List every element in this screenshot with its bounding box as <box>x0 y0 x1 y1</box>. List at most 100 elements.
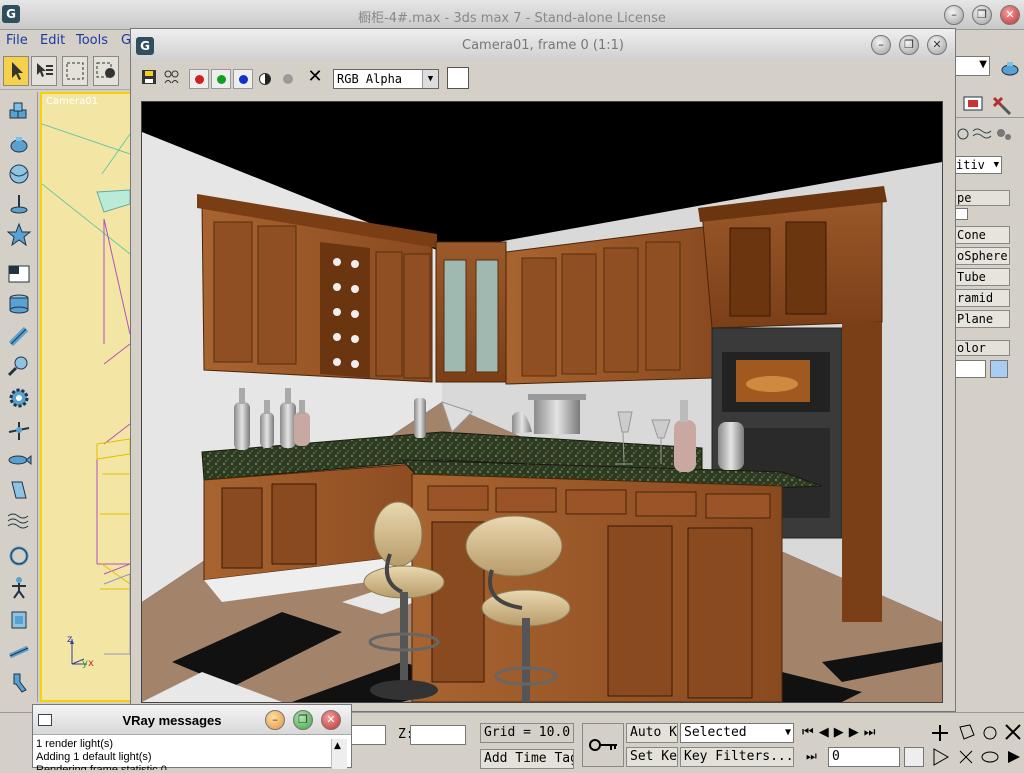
utilities-tab-icon[interactable] <box>990 94 1012 116</box>
axis-x-label: x <box>88 658 94 669</box>
grid-readout: Grid = 10.0 <box>480 723 574 743</box>
vray-minimize-button[interactable]: – <box>265 710 285 730</box>
bone-icon[interactable] <box>6 324 32 348</box>
go-to-end-icon[interactable]: ⏭ <box>864 725 881 740</box>
wave-icon[interactable] <box>6 508 32 532</box>
key-filters-button[interactable]: Key Filters... <box>680 747 794 767</box>
dolly-icon <box>959 750 973 764</box>
cylinder-stack-icon[interactable] <box>6 292 32 316</box>
key-selection-dropdown[interactable]: Selected ▼ <box>680 723 794 743</box>
clear-icon[interactable]: ✕ <box>305 67 325 87</box>
blue-channel-icon[interactable] <box>233 69 253 89</box>
app-minimize-button[interactable]: – <box>944 5 964 25</box>
star-icon[interactable] <box>6 222 32 247</box>
magnifier-icon[interactable] <box>6 354 32 378</box>
chevron-down-icon: ▼ <box>784 727 791 738</box>
camera-viewport[interactable]: Camera01 z x y <box>40 92 132 702</box>
name-color-rollout[interactable]: olor <box>954 340 1010 356</box>
tag-icon[interactable] <box>6 608 32 632</box>
plane-button[interactable]: Plane <box>954 310 1010 328</box>
boxes-icon[interactable] <box>6 100 32 124</box>
color-swatch[interactable] <box>447 67 469 89</box>
geometry-icon[interactable] <box>956 126 970 142</box>
rect-selection-icon[interactable] <box>62 56 88 86</box>
pyramid-button[interactable]: ramid <box>954 289 1010 307</box>
teapot-icon[interactable] <box>998 60 1022 78</box>
vray-scrollbar[interactable]: ▲ <box>331 739 347 769</box>
command-panel: ▼ itiv ▼ pe Cone oSphere Tube ramid Plan… <box>954 52 1024 702</box>
sphere-icon[interactable] <box>6 162 32 186</box>
play-icon[interactable]: ▶ <box>834 725 849 740</box>
cmd-category-value: itiv <box>956 158 985 172</box>
coord-y-field[interactable] <box>350 725 386 745</box>
cmd-category-select[interactable]: itiv ▼ <box>954 156 1002 174</box>
add-time-tag-button[interactable]: Add Time Tag <box>480 749 574 769</box>
set-key-button[interactable]: Set Key <box>626 747 678 767</box>
menu-edit[interactable]: Edit <box>40 33 65 48</box>
cube-panel-icon[interactable] <box>6 262 32 286</box>
cone-button[interactable]: Cone <box>954 226 1010 244</box>
orbit-icon <box>983 726 997 740</box>
cmd-dropdown[interactable]: ▼ <box>954 56 990 76</box>
save-icon[interactable] <box>141 69 157 85</box>
menu-file[interactable]: File <box>6 33 28 48</box>
key-mode-icon[interactable]: ⏭ <box>806 749 824 765</box>
menu-bar: File Edit Tools G <box>0 30 140 52</box>
key-selection-value: Selected <box>684 725 747 740</box>
link-icon[interactable] <box>6 640 32 664</box>
fish-icon[interactable] <box>6 448 32 472</box>
teapot-icon[interactable] <box>6 132 32 156</box>
vray-close-button[interactable]: ✕ <box>321 710 341 730</box>
go-to-start-icon[interactable]: ⏮ <box>802 725 819 740</box>
scroll-up-icon[interactable]: ▲ <box>334 741 341 751</box>
mono-channel-icon[interactable] <box>259 73 271 85</box>
app-title: 橱柜-4#.max - 3ds max 7 - Stand-alone Lice… <box>358 11 666 26</box>
viewport-nav-controls <box>930 721 1024 769</box>
biped-icon[interactable] <box>6 576 32 600</box>
lamp-icon[interactable] <box>6 192 32 216</box>
torus-knot-icon[interactable] <box>6 544 32 568</box>
vray-titlebar: VRay messages – ❐ ✕ <box>33 705 351 735</box>
vray-maximize-button[interactable]: ❐ <box>293 710 313 730</box>
arc-rotate-icon <box>959 724 975 740</box>
green-channel-icon[interactable] <box>211 69 231 89</box>
app-restore-button[interactable]: ❐ <box>972 5 992 25</box>
app-close-button[interactable]: ✕ <box>1000 5 1020 25</box>
walk-through-icon <box>1008 751 1020 763</box>
previous-frame-icon[interactable]: ◀ <box>819 725 834 740</box>
red-channel-icon[interactable] <box>189 69 209 89</box>
gear-icon[interactable] <box>6 386 32 410</box>
select-object-icon[interactable] <box>3 56 29 86</box>
clone-icon[interactable] <box>163 69 181 85</box>
cloth-icon[interactable] <box>6 478 32 502</box>
next-frame-icon[interactable]: ▶ <box>849 725 864 740</box>
spacewarp-icon[interactable] <box>972 126 992 142</box>
render-minimize-button[interactable]: – <box>871 35 891 55</box>
auto-key-button[interactable]: Auto Key <box>626 723 678 743</box>
tube-button[interactable]: Tube <box>954 268 1010 286</box>
object-type-rollout[interactable]: pe <box>954 190 1010 206</box>
display-tab-icon[interactable] <box>962 94 984 116</box>
time-config-icon[interactable] <box>904 747 924 767</box>
channel-select[interactable]: RGB Alpha ▼ <box>333 69 439 89</box>
systems-icon[interactable] <box>994 126 1014 142</box>
window-crossing-icon[interactable] <box>93 56 119 86</box>
coord-z-field[interactable] <box>410 725 466 745</box>
object-name-field[interactable] <box>954 360 986 378</box>
current-frame-field[interactable]: 0 <box>828 747 900 767</box>
key-icon[interactable] <box>582 723 624 767</box>
helper-icon[interactable] <box>6 418 32 442</box>
figure-icon[interactable] <box>6 670 32 694</box>
object-color-swatch[interactable] <box>990 360 1008 378</box>
rendered-image[interactable] <box>141 101 943 703</box>
autogrid-checkbox[interactable] <box>954 208 968 220</box>
render-maximize-button[interactable]: ❐ <box>899 35 919 55</box>
geosphere-button[interactable]: oSphere <box>954 247 1010 265</box>
cmd-tabs <box>954 92 1024 118</box>
select-by-name-icon[interactable] <box>31 56 57 86</box>
alpha-dot-icon[interactable] <box>283 74 293 84</box>
render-close-button[interactable]: ✕ <box>927 35 947 55</box>
menu-tools[interactable]: Tools <box>76 33 108 48</box>
kitchen-render <box>142 102 942 702</box>
chevron-down-icon: ▼ <box>422 70 438 88</box>
